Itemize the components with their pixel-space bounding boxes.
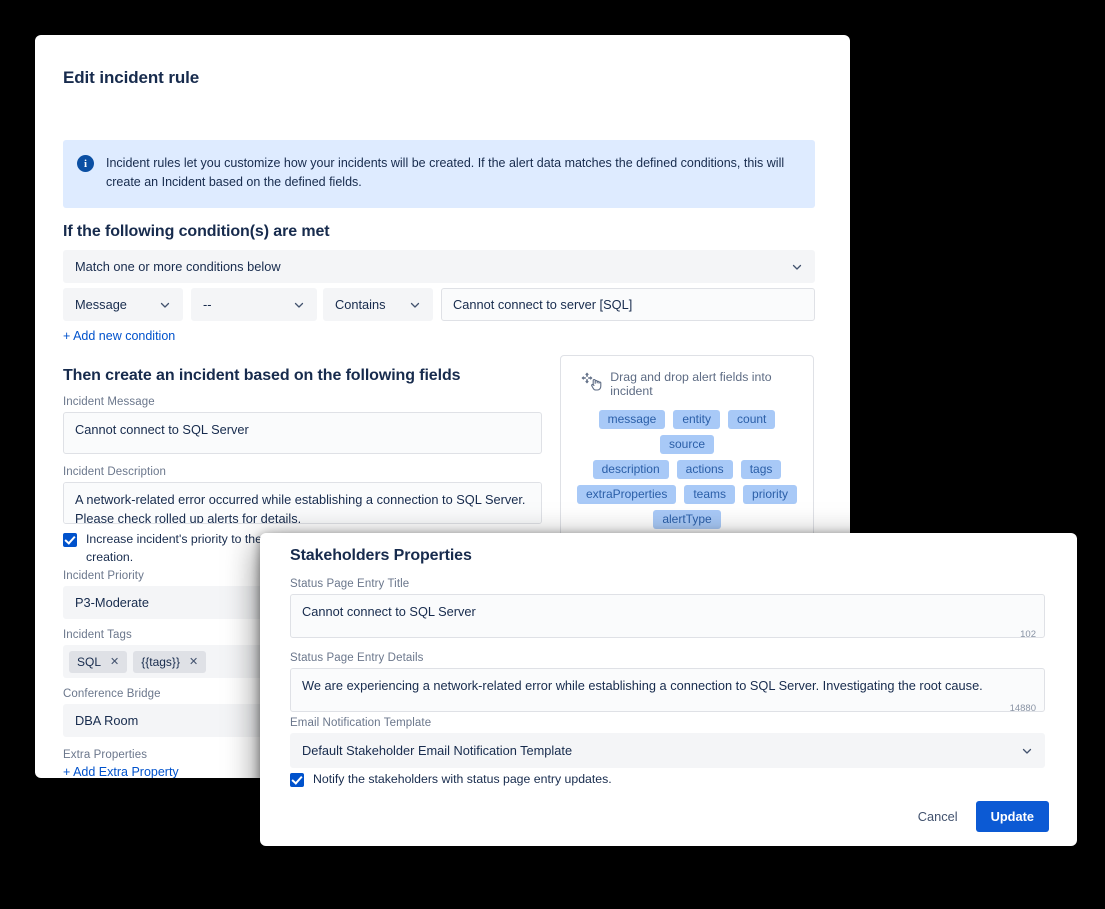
- drag-drop-header-text: Drag and drop alert fields into incident: [610, 370, 772, 398]
- chevron-down-icon: [1021, 745, 1033, 757]
- status-page-entry-details-counter: 14880: [1009, 703, 1036, 714]
- modal-actions: Cancel Update: [908, 801, 1049, 832]
- remove-tag-icon[interactable]: ✕: [110, 655, 119, 668]
- stakeholders-properties-modal: Stakeholders Properties Status Page Entr…: [260, 533, 1077, 846]
- drag-drop-header: Drag and drop alert fields into incident: [573, 370, 801, 398]
- modal-title: Stakeholders Properties: [290, 547, 472, 564]
- conditions-heading: If the following condition(s) are met: [63, 223, 330, 240]
- conference-bridge-value: DBA Room: [75, 713, 139, 728]
- drag-drop-alert-fields-panel: Drag and drop alert fields into incident…: [560, 355, 814, 544]
- status-page-entry-details-label: Status Page Entry Details: [290, 652, 424, 664]
- chevron-down-icon: [791, 261, 803, 273]
- status-page-entry-title-input[interactable]: [290, 594, 1045, 638]
- status-page-entry-title-counter: 102: [1020, 629, 1036, 640]
- match-conditions-select[interactable]: Match one or more conditions below: [63, 250, 815, 283]
- condition-key-select[interactable]: --: [191, 288, 317, 321]
- info-banner: i Incident rules let you customize how y…: [63, 140, 815, 208]
- info-icon: i: [77, 155, 94, 172]
- notify-stakeholders-label: Notify the stakeholders with status page…: [313, 772, 612, 786]
- alert-chips-row: description actions tags: [573, 460, 801, 479]
- email-template-value: Default Stakeholder Email Notification T…: [302, 743, 573, 758]
- alert-chips-row: message entity count source: [573, 410, 801, 454]
- page-title: Edit incident rule: [63, 68, 200, 87]
- add-new-condition-link[interactable]: + Add new condition: [63, 329, 175, 343]
- condition-key-value: --: [203, 297, 212, 312]
- update-button[interactable]: Update: [975, 801, 1049, 832]
- notify-stakeholders-row: Notify the stakeholders with status page…: [290, 771, 890, 789]
- email-template-label: Email Notification Template: [290, 717, 432, 729]
- chevron-down-icon: [409, 299, 421, 311]
- alert-field-chip[interactable]: priority: [743, 485, 798, 504]
- remove-tag-icon[interactable]: ✕: [189, 655, 198, 668]
- alert-chips-row: extraProperties teams priority: [573, 485, 801, 504]
- incident-description-input[interactable]: [63, 482, 542, 524]
- tag-chip-label: {{tags}}: [141, 654, 180, 669]
- alert-field-chip[interactable]: alertType: [653, 510, 721, 529]
- condition-operator-select[interactable]: Contains: [323, 288, 433, 321]
- alert-field-chip[interactable]: count: [728, 410, 776, 429]
- tag-chip[interactable]: SQL ✕: [69, 650, 128, 673]
- chevron-down-icon: [159, 299, 171, 311]
- info-banner-text: Incident rules let you customize how you…: [106, 156, 785, 190]
- incident-description-label: Incident Description: [63, 466, 166, 478]
- increase-priority-checkbox[interactable]: [63, 533, 77, 547]
- cancel-button[interactable]: Cancel: [908, 801, 968, 832]
- alert-field-chip[interactable]: tags: [740, 460, 782, 479]
- match-conditions-value: Match one or more conditions below: [75, 259, 281, 274]
- tag-chip[interactable]: {{tags}} ✕: [133, 650, 207, 673]
- notify-stakeholders-checkbox[interactable]: [290, 773, 304, 787]
- incident-message-input[interactable]: [63, 412, 542, 454]
- alert-field-chip[interactable]: entity: [673, 410, 721, 429]
- condition-value-input[interactable]: [441, 288, 815, 321]
- status-page-entry-title-label: Status Page Entry Title: [290, 578, 410, 590]
- condition-field-value: Message: [75, 297, 127, 312]
- alert-chips-row: alertType: [573, 510, 801, 529]
- fields-heading: Then create an incident based on the fol…: [63, 367, 461, 384]
- condition-operator-value: Contains: [335, 297, 386, 312]
- status-page-entry-details-input[interactable]: [290, 668, 1045, 712]
- tag-chip-label: SQL: [77, 654, 102, 669]
- alert-field-chip[interactable]: teams: [684, 485, 736, 504]
- alert-field-chip[interactable]: description: [592, 460, 669, 479]
- chevron-down-icon: [293, 299, 305, 311]
- alert-field-chip[interactable]: actions: [676, 460, 733, 479]
- alert-field-chip[interactable]: extraProperties: [576, 485, 677, 504]
- incident-message-label: Incident Message: [63, 396, 155, 408]
- email-template-select[interactable]: Default Stakeholder Email Notification T…: [290, 733, 1045, 768]
- incident-priority-value: P3-Moderate: [75, 595, 149, 610]
- condition-field-select[interactable]: Message: [63, 288, 183, 321]
- alert-field-chip[interactable]: message: [598, 410, 666, 429]
- move-cursor-icon: [581, 372, 605, 393]
- alert-field-chip[interactable]: source: [659, 435, 715, 454]
